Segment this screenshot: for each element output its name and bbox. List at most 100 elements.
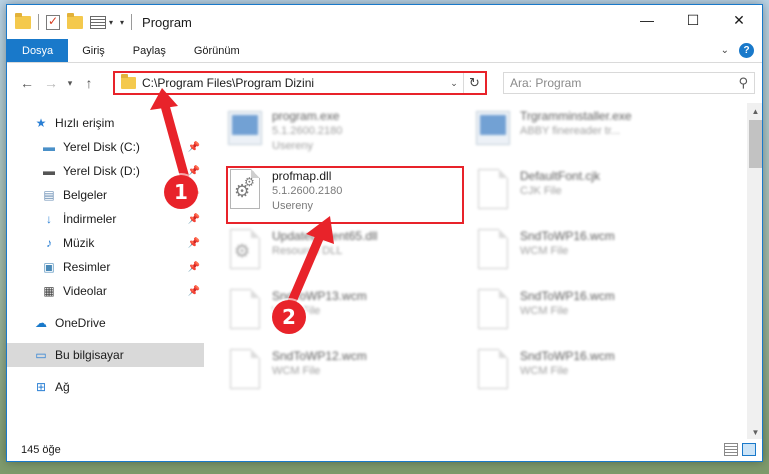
properties-icon[interactable] (46, 14, 60, 30)
file-item[interactable]: SndToWP13.wcm WCM File (228, 289, 458, 341)
sidebar-item-label: Hızlı erişim (55, 116, 115, 130)
status-bar: 145 öğe (7, 439, 762, 461)
scrollbar-thumb[interactable] (749, 120, 762, 168)
file-item[interactable]: Trgramminstaller.exe ABBY finereader tr.… (476, 109, 706, 161)
tab-file[interactable]: Dosya (7, 39, 69, 62)
close-button[interactable]: ✕ (716, 5, 762, 35)
qat-dropdown-icon[interactable]: ▾ (109, 18, 113, 27)
minimize-button[interactable]: — (624, 5, 670, 35)
pictures-icon: ▣ (43, 260, 55, 274)
file-detail: ABBY finereader tr... (520, 125, 621, 137)
sidebar-item-network[interactable]: ⊞ Ağ (7, 375, 204, 399)
explorer-window: ▾ ▾ Program — ☐ ✕ Dosya Giriş Paylaş Gör… (6, 4, 763, 462)
window-title: Program (142, 14, 192, 30)
file-icon (228, 349, 262, 391)
drive-c-icon: ▬ (43, 140, 55, 154)
download-icon: ↓ (46, 212, 52, 226)
sidebar-item-quick-access[interactable]: ★ Hızlı erişim (7, 111, 204, 135)
tiles-view-icon[interactable] (742, 443, 756, 456)
file-name: SndToWP16.wcm (520, 289, 615, 303)
details-view-icon[interactable] (724, 443, 738, 456)
sidebar-item-this-pc[interactable]: ▭ Bu bilgisayar (7, 343, 204, 367)
forward-button[interactable]: → (39, 71, 63, 95)
file-item[interactable]: SndToWP16.wcm WCM File (476, 229, 706, 281)
toolbar-divider (38, 14, 39, 30)
file-list: program.exe 5.1.2600.2180 Usereny Trgram… (204, 103, 762, 441)
file-detail: Usereny (272, 140, 313, 152)
pin-icon: 📌 (187, 237, 200, 249)
folder-icon (15, 12, 31, 29)
search-box[interactable]: Ara: Program ⚲ (503, 72, 755, 94)
file-name: SndToWP16.wcm (520, 349, 615, 363)
sidebar-item-downloads[interactable]: ↓ İndirmeler 📌 (7, 207, 204, 231)
file-item[interactable]: DefaultFont.cjk CJK File (476, 169, 706, 221)
search-icon[interactable]: ⚲ (738, 75, 748, 91)
file-detail: WCM File (272, 365, 321, 377)
file-item[interactable]: ⚙ Updatebuilient65.dll Resource DLL (228, 229, 458, 281)
tab-home[interactable]: Giriş (68, 39, 119, 62)
expand-ribbon-icon[interactable]: ⌄ (721, 45, 729, 56)
sidebar-item-drive-c[interactable]: ▬ Yerel Disk (C:) 📌 (7, 135, 204, 159)
computer-icon: ▭ (35, 348, 47, 362)
callout-badge-1: 1 (164, 175, 198, 209)
navigation-pane: ★ Hızlı erişim ▬ Yerel Disk (C:) 📌 ▬ Yer… (7, 103, 204, 441)
music-icon: ♪ (46, 236, 52, 250)
star-icon: ★ (35, 116, 47, 130)
file-detail: 5.1.2600.2180 (272, 125, 343, 137)
file-name: SndToWP12.wcm (272, 349, 367, 363)
refresh-icon[interactable]: ↻ (463, 73, 485, 93)
navigation-bar: ← → ▾ ↑ C:\Program Files\Program Dizini … (7, 63, 762, 103)
help-icon[interactable]: ? (739, 43, 754, 58)
view-icon[interactable] (90, 15, 106, 29)
callout-badge-2: 2 (272, 300, 306, 334)
exe-file-icon (228, 109, 262, 151)
sidebar-item-onedrive[interactable]: ☁ OneDrive (7, 311, 204, 335)
vertical-scrollbar[interactable]: ▲ ▼ (747, 103, 762, 441)
file-highlight-box (226, 166, 464, 224)
maximize-button[interactable]: ☐ (670, 5, 716, 35)
item-count: 145 öğe (21, 444, 61, 456)
search-input[interactable]: Ara: Program (510, 76, 581, 90)
onedrive-icon: ☁ (35, 316, 47, 330)
pin-icon: 📌 (187, 165, 200, 177)
sidebar-item-label: Bu bilgisayar (55, 348, 124, 362)
file-item[interactable]: SndToWP16.wcm WCM File (476, 349, 706, 401)
ribbon-tabs: Dosya Giriş Paylaş Görünüm ⌄ ? (7, 39, 762, 63)
file-name: SndToWP16.wcm (520, 229, 615, 243)
file-name: Updatebuilient65.dll (272, 229, 378, 243)
quick-access-toolbar: ▾ ▾ (7, 12, 136, 30)
customize-qat-icon[interactable]: ▾ (120, 18, 124, 27)
file-detail: Resource DLL (272, 245, 343, 257)
ribbon-right-controls: ⌄ ? (721, 43, 754, 58)
file-item[interactable]: SndToWP16.wcm WCM File (476, 289, 706, 341)
back-button[interactable]: ← (15, 71, 39, 95)
scroll-up-icon[interactable]: ▲ (747, 103, 762, 120)
sidebar-item-label: Ağ (55, 380, 70, 394)
address-folder-icon (121, 74, 136, 89)
pin-icon: 📌 (187, 213, 200, 225)
address-path[interactable]: C:\Program Files\Program Dizini (142, 76, 445, 90)
address-bar[interactable]: C:\Program Files\Program Dizini ⌄ ↻ (113, 71, 487, 95)
file-icon (476, 289, 510, 331)
sidebar-item-pictures[interactable]: ▣ Resimler 📌 (7, 255, 204, 279)
sidebar-item-videos[interactable]: ▦ Videolar 📌 (7, 279, 204, 303)
pin-icon: 📌 (187, 261, 200, 273)
sidebar-item-label: Yerel Disk (C:) (63, 140, 140, 154)
toolbar-divider (131, 14, 133, 30)
sidebar-item-label: İndirmeler (63, 212, 117, 226)
sidebar-item-label: Yerel Disk (D:) (63, 164, 140, 178)
title-bar: ▾ ▾ Program — ☐ ✕ (7, 5, 762, 39)
up-button[interactable]: ↑ (77, 71, 101, 95)
tab-view[interactable]: Görünüm (180, 39, 254, 62)
dll-file-icon: ⚙ (228, 229, 262, 271)
main-area: ★ Hızlı erişim ▬ Yerel Disk (C:) 📌 ▬ Yer… (7, 103, 762, 441)
file-item[interactable]: program.exe 5.1.2600.2180 Usereny (228, 109, 458, 161)
sidebar-item-music[interactable]: ♪ Müzik 📌 (7, 231, 204, 255)
file-item[interactable]: SndToWP12.wcm WCM File (228, 349, 458, 401)
address-dropdown-icon[interactable]: ⌄ (445, 78, 463, 89)
recent-locations-icon[interactable]: ▾ (63, 71, 77, 95)
tab-share[interactable]: Paylaş (119, 39, 180, 62)
new-folder-icon[interactable] (67, 12, 83, 29)
